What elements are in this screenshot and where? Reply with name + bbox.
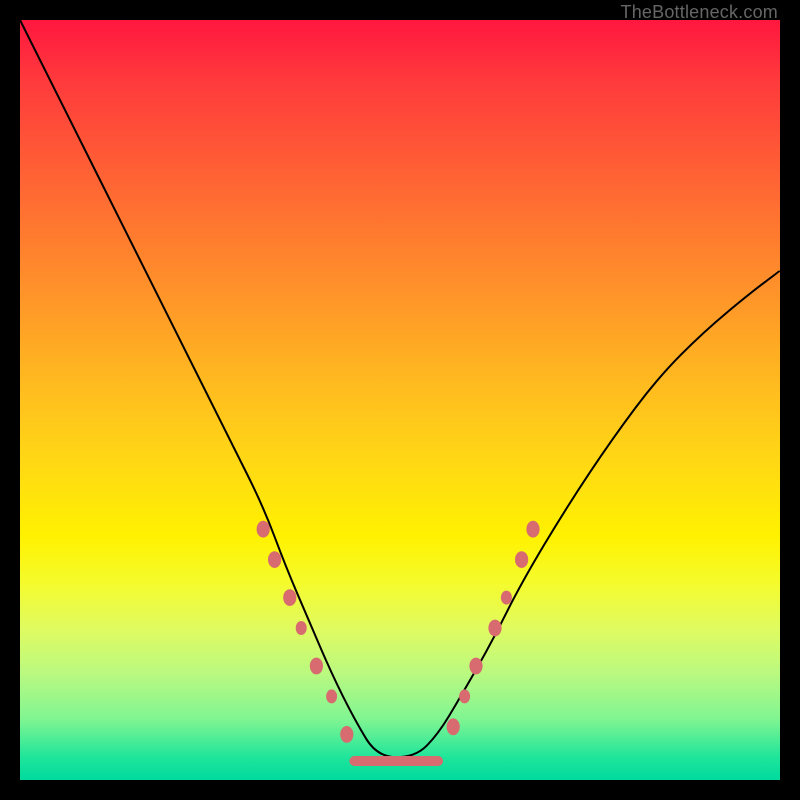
curve-marker: [310, 658, 323, 675]
watermark-text: TheBottleneck.com: [621, 2, 778, 23]
curve-marker: [283, 589, 296, 606]
curve-marker: [296, 621, 307, 635]
curve-marker: [459, 689, 470, 703]
curve-marker: [326, 689, 337, 703]
plot-area: [20, 20, 780, 780]
curve-marker: [515, 551, 528, 568]
curve-marker: [257, 521, 270, 538]
curve-marker: [488, 620, 501, 637]
chart-svg: [20, 20, 780, 780]
curve-marker: [501, 591, 512, 605]
bottleneck-curve: [20, 20, 780, 757]
curve-marker: [469, 658, 482, 675]
curve-marker: [447, 718, 460, 735]
curve-marker: [526, 521, 539, 538]
chart-frame: TheBottleneck.com: [0, 0, 800, 800]
curve-marker: [268, 551, 281, 568]
curve-markers: [257, 521, 540, 743]
curve-marker: [340, 726, 353, 743]
